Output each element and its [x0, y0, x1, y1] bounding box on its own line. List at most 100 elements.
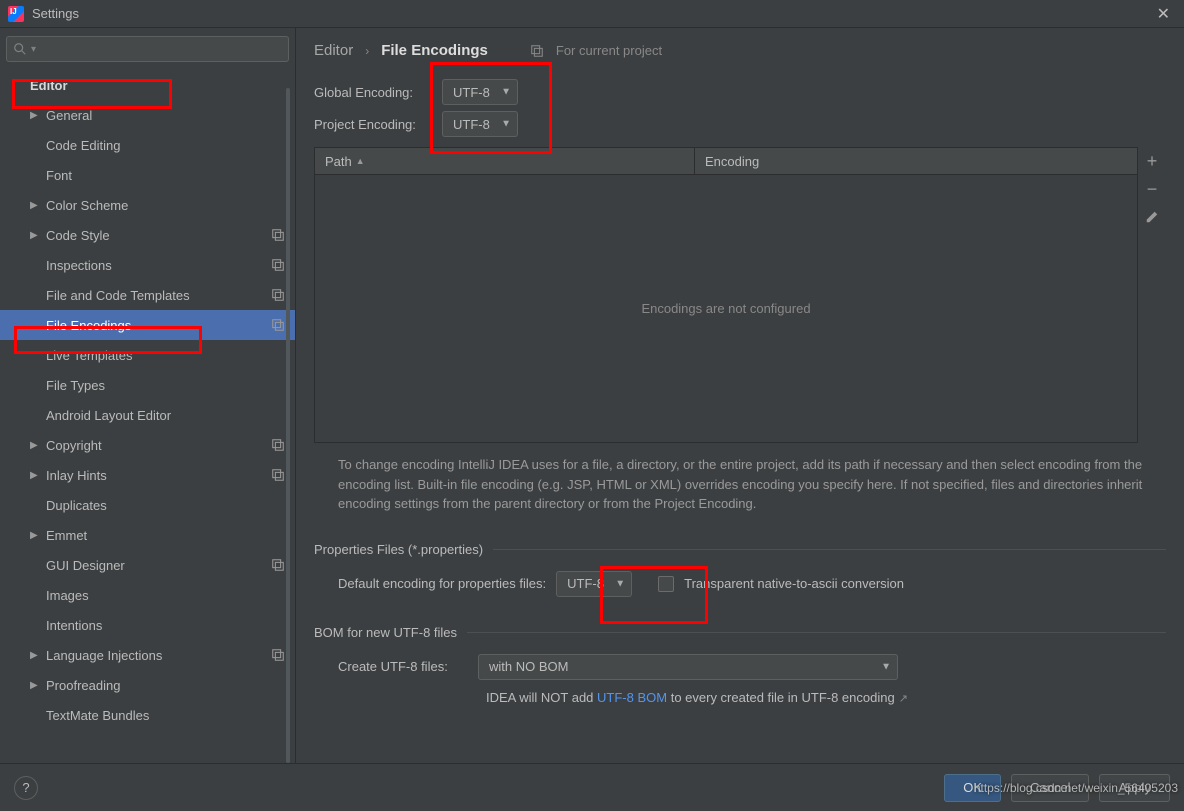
scrollbar[interactable]: [286, 88, 290, 763]
sidebar-item-general[interactable]: ▶General: [0, 100, 295, 130]
utf8-bom-link[interactable]: UTF-8 BOM: [597, 690, 667, 705]
sidebar-item-label: File Encodings: [46, 318, 131, 333]
sidebar-item-android-layout-editor[interactable]: ▶Android Layout Editor: [0, 400, 295, 430]
sidebar-item-font[interactable]: ▶Font: [0, 160, 295, 190]
sidebar-item-textmate-bundles[interactable]: ▶TextMate Bundles: [0, 700, 295, 730]
edit-button[interactable]: [1140, 203, 1164, 231]
copy-icon: [530, 44, 544, 58]
search-icon: [13, 42, 27, 56]
sidebar-item-duplicates[interactable]: ▶Duplicates: [0, 490, 295, 520]
chevron-right-icon: ▶: [30, 110, 46, 121]
copy-icon: [271, 318, 285, 332]
chevron-down-icon: ▼: [501, 87, 511, 98]
breadcrumb: Editor › File Encodings For current proj…: [314, 28, 1166, 73]
sidebar-item-label: Emmet: [46, 528, 87, 543]
sidebar-item-label: GUI Designer: [46, 558, 125, 573]
properties-section-title: Properties Files (*.properties): [314, 542, 1166, 557]
transparent-label: Transparent native-to-ascii conversion: [684, 576, 904, 591]
sidebar-item-label: Copyright: [46, 438, 102, 453]
chevron-right-icon: ▶: [30, 470, 46, 481]
sidebar-item-emmet[interactable]: ▶Emmet: [0, 520, 295, 550]
sidebar-item-label: Intentions: [46, 618, 102, 633]
properties-default-label: Default encoding for properties files:: [338, 576, 546, 591]
sidebar-item-label: Code Style: [46, 228, 110, 243]
project-note: For current project: [556, 43, 662, 58]
sidebar-item-inlay-hints[interactable]: ▶Inlay Hints: [0, 460, 295, 490]
chevron-down-icon: ▾: [31, 44, 36, 55]
sidebar-item-copyright[interactable]: ▶Copyright: [0, 430, 295, 460]
copy-icon: [271, 648, 285, 662]
add-button[interactable]: +: [1140, 147, 1164, 175]
sidebar-item-color-scheme[interactable]: ▶Color Scheme: [0, 190, 295, 220]
breadcrumb-root[interactable]: Editor: [314, 42, 353, 59]
transparent-checkbox[interactable]: [658, 576, 674, 592]
copy-icon: [271, 288, 285, 302]
sidebar: ▾ ▶Editor▶General▶Code Editing▶Font▶Colo…: [0, 28, 296, 763]
copy-icon: [271, 438, 285, 452]
sidebar-item-gui-designer[interactable]: ▶GUI Designer: [0, 550, 295, 580]
external-link-icon: ↗: [899, 693, 908, 705]
copy-icon: [271, 258, 285, 272]
help-text: To change encoding IntelliJ IDEA uses fo…: [338, 455, 1166, 514]
sidebar-item-label: Proofreading: [46, 678, 120, 693]
sidebar-item-label: File and Code Templates: [46, 288, 190, 303]
project-encoding-label: Project Encoding:: [314, 117, 442, 132]
main-panel: Editor › File Encodings For current proj…: [296, 28, 1184, 763]
bom-note: IDEA will NOT add UTF-8 BOM to every cre…: [314, 690, 1166, 705]
chevron-right-icon: ▶: [30, 530, 46, 541]
sidebar-item-label: Code Editing: [46, 138, 120, 153]
sidebar-item-label: General: [46, 108, 92, 123]
sidebar-item-label: Inspections: [46, 258, 112, 273]
global-encoding-label: Global Encoding:: [314, 85, 442, 100]
sidebar-item-images[interactable]: ▶Images: [0, 580, 295, 610]
copy-icon: [271, 558, 285, 572]
copy-icon: [271, 468, 285, 482]
copy-icon: [271, 228, 285, 242]
sidebar-item-label: File Types: [46, 378, 105, 393]
sidebar-item-code-style[interactable]: ▶Code Style: [0, 220, 295, 250]
sidebar-item-label: Color Scheme: [46, 198, 128, 213]
sidebar-item-label: Font: [46, 168, 72, 183]
sidebar-item-label: Android Layout Editor: [46, 408, 171, 423]
chevron-right-icon: ▶: [30, 200, 46, 211]
empty-state: Encodings are not configured: [641, 301, 810, 316]
sidebar-item-live-templates[interactable]: ▶Live Templates: [0, 340, 295, 370]
sidebar-item-label: Editor: [30, 78, 68, 93]
column-path[interactable]: Path▲: [315, 148, 695, 174]
breadcrumb-current: File Encodings: [381, 42, 488, 59]
close-icon[interactable]: ✕: [1151, 4, 1176, 24]
chevron-down-icon: ▼: [501, 119, 511, 130]
app-icon: [8, 6, 24, 22]
sidebar-item-editor[interactable]: ▶Editor: [0, 70, 295, 100]
chevron-right-icon: ▶: [30, 650, 46, 661]
sidebar-item-file-types[interactable]: ▶File Types: [0, 370, 295, 400]
encodings-table-header: Path▲ Encoding: [314, 147, 1138, 175]
sidebar-item-inspections[interactable]: ▶Inspections: [0, 250, 295, 280]
column-encoding[interactable]: Encoding: [695, 148, 1137, 174]
help-button[interactable]: ?: [14, 776, 38, 800]
window-title: Settings: [32, 6, 79, 21]
search-input[interactable]: ▾: [6, 36, 289, 62]
sidebar-item-file-and-code-templates[interactable]: ▶File and Code Templates: [0, 280, 295, 310]
chevron-down-icon: ▼: [615, 578, 625, 589]
sidebar-item-code-editing[interactable]: ▶Code Editing: [0, 130, 295, 160]
sidebar-item-label: TextMate Bundles: [46, 708, 149, 723]
watermark: https://blog.csdn.net/weixin_56405203: [974, 781, 1178, 795]
bom-section-title: BOM for new UTF-8 files: [314, 625, 1166, 640]
create-utf8-dropdown[interactable]: with NO BOM▼: [478, 654, 898, 680]
properties-encoding-dropdown[interactable]: UTF-8▼: [556, 571, 632, 597]
chevron-right-icon: ▶: [30, 230, 46, 241]
sidebar-item-language-injections[interactable]: ▶Language Injections: [0, 640, 295, 670]
global-encoding-dropdown[interactable]: UTF-8▼: [442, 79, 518, 105]
sidebar-item-proofreading[interactable]: ▶Proofreading: [0, 670, 295, 700]
sidebar-item-label: Duplicates: [46, 498, 107, 513]
sidebar-item-intentions[interactable]: ▶Intentions: [0, 610, 295, 640]
remove-button[interactable]: −: [1140, 175, 1164, 203]
encodings-table-body: Encodings are not configured: [314, 175, 1138, 443]
create-utf8-label: Create UTF-8 files:: [338, 659, 468, 674]
project-encoding-dropdown[interactable]: UTF-8▼: [442, 111, 518, 137]
pencil-icon: [1145, 210, 1159, 224]
sidebar-item-file-encodings[interactable]: ▶File Encodings: [0, 310, 295, 340]
sidebar-item-label: Live Templates: [46, 348, 132, 363]
chevron-right-icon: ▶: [30, 680, 46, 691]
